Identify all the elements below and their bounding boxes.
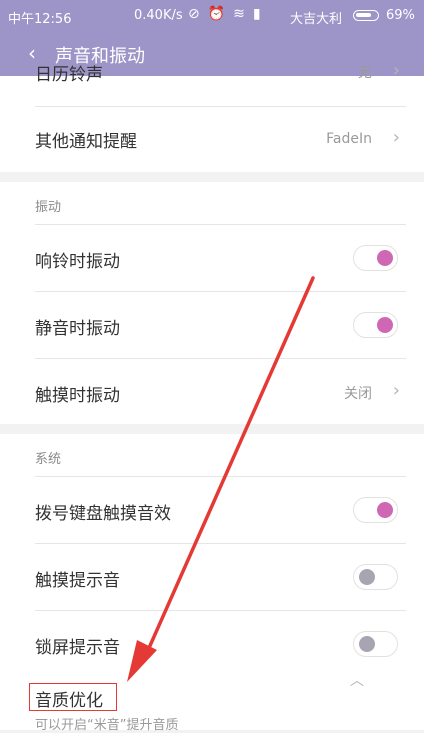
annotation-arrow	[127, 276, 315, 682]
